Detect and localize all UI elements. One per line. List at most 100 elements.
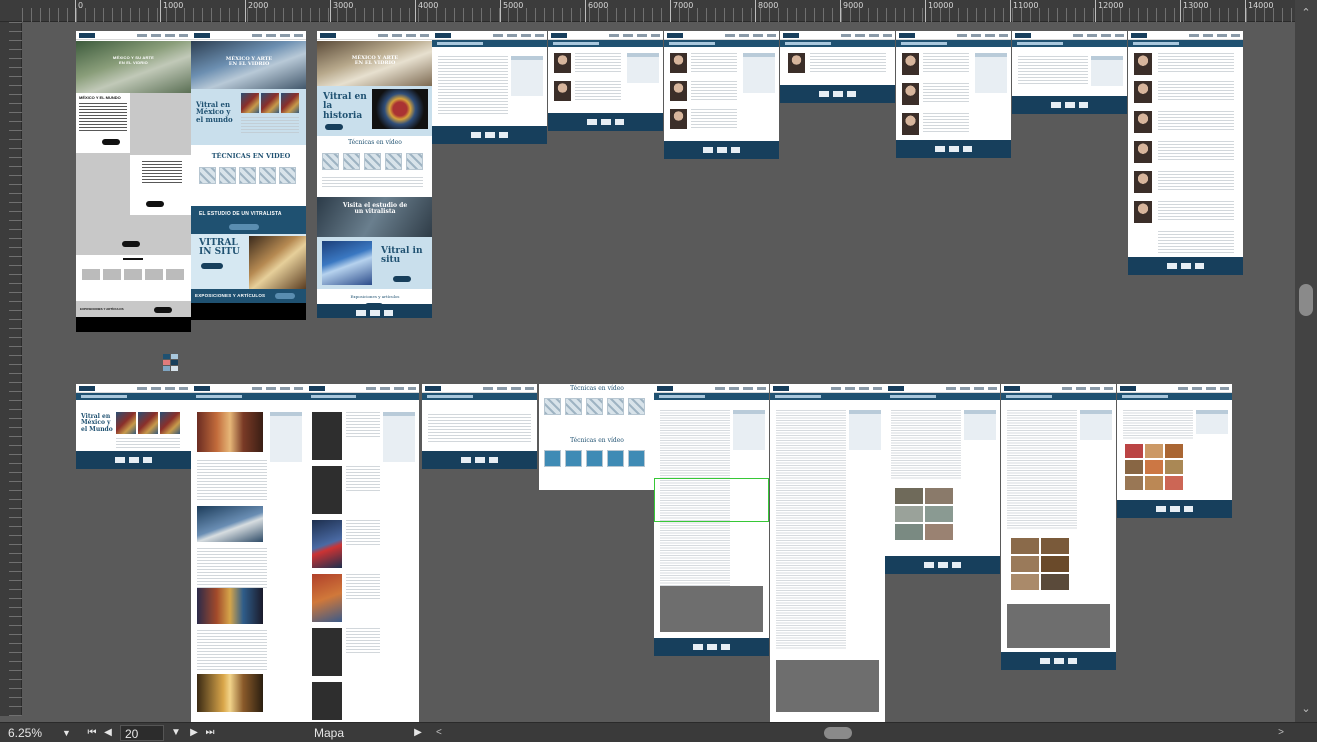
color-swatch[interactable] <box>163 360 170 365</box>
tecnicas-title: Técnicas en vídeo <box>570 385 624 392</box>
artboard-footer <box>76 451 191 469</box>
ruler-tick: 7000 <box>670 0 693 22</box>
thumb-image <box>116 412 136 434</box>
gallery-image <box>925 488 953 504</box>
body-text <box>346 466 380 492</box>
artboard-article-page[interactable] <box>432 31 547 144</box>
artboard-team-page[interactable] <box>896 31 1011 158</box>
insitu-title: VITRAL IN SITU <box>199 238 240 258</box>
scroll-down-icon[interactable]: ⌄ <box>1295 700 1317 718</box>
scroll-up-icon[interactable]: ⌃ <box>1295 4 1317 22</box>
next-page-icon[interactable]: ▶ <box>188 725 200 741</box>
hero-image <box>76 41 191 93</box>
layer-menu-icon[interactable]: ▶ <box>412 725 424 741</box>
hero-title: MÉXICO Y ARTE EN EL VIDRIO <box>225 56 273 68</box>
horizontal-scrollbar[interactable]: < > <box>430 726 1290 740</box>
artboard-technique-detail-long[interactable] <box>770 384 885 722</box>
wire-button <box>154 307 172 313</box>
gallery-image <box>1145 460 1163 474</box>
artboard-team-page[interactable] <box>780 31 895 103</box>
technique-tile <box>199 167 216 184</box>
ruler-tick: 2000 <box>245 0 268 22</box>
artboard-home-v2[interactable]: MÉXICO Y ARTE EN EL VIDRIO Vitral en Méx… <box>191 31 306 320</box>
estudio-title: EL ESTUDIO DE UN VITRALISTA <box>199 211 282 217</box>
selection-box[interactable] <box>654 478 769 522</box>
vertical-scrollbar[interactable]: ⌃ ⌄ <box>1295 0 1317 722</box>
video-placeholder[interactable] <box>660 586 763 632</box>
sidebar <box>1195 410 1228 434</box>
scroll-left-icon[interactable]: < <box>436 725 442 741</box>
video-placeholder[interactable] <box>776 660 879 712</box>
gallery-image <box>1041 556 1069 572</box>
artboard-tecnicas-video[interactable]: Técnicas en vídeo Técnicas en vídeo <box>539 384 654 490</box>
first-page-icon[interactable]: ⏮ <box>86 725 98 741</box>
artboard-gallery-page[interactable] <box>885 384 1000 574</box>
artboard-footer <box>1001 652 1116 670</box>
gallery-image <box>1011 538 1039 554</box>
gallery-image <box>1145 476 1163 490</box>
color-swatch[interactable] <box>171 366 178 371</box>
profile-photo <box>670 109 687 129</box>
body-text <box>776 410 846 650</box>
horizontal-ruler[interactable]: 0 1000 2000 3000 4000 5000 6000 7000 800… <box>0 0 1317 22</box>
color-swatch[interactable] <box>171 360 178 365</box>
artboard-history-page[interactable] <box>191 384 306 722</box>
artboard-team-page[interactable] <box>664 31 779 159</box>
layer-name[interactable]: Mapa <box>314 725 374 741</box>
artboard-studio-page[interactable] <box>1001 384 1116 670</box>
artboard-footer <box>1012 96 1127 114</box>
profile-photo <box>1134 141 1152 163</box>
zoom-level[interactable]: 6.25% <box>8 725 58 741</box>
vertical-ruler[interactable] <box>0 22 22 716</box>
article-image <box>197 412 263 452</box>
vertical-scroll-thumb[interactable] <box>1299 284 1313 316</box>
artboard-gallery-page-2[interactable] <box>1117 384 1232 518</box>
artboard-vitral-mundo[interactable]: Vitral en México y el Mundo <box>76 384 191 469</box>
artboard-home-v3[interactable]: MÉXICO Y ARTE EN EL VIDRIO Vitral en la … <box>317 31 432 318</box>
body-text <box>438 56 508 116</box>
profile-text <box>1158 231 1234 253</box>
last-page-icon[interactable]: ⏭ <box>204 725 216 741</box>
color-swatches[interactable] <box>163 354 183 378</box>
profile-photo <box>1134 111 1152 133</box>
artboard-contact-page[interactable] <box>1012 31 1127 114</box>
zoom-dropdown-icon[interactable]: ▼ <box>62 725 74 741</box>
artboard-team-page-long[interactable] <box>1128 31 1243 275</box>
profile-text <box>1158 81 1234 101</box>
technique-tile <box>364 153 381 170</box>
technique-tile <box>239 167 256 184</box>
technique-tile <box>607 450 624 467</box>
horizontal-scroll-thumb[interactable] <box>824 727 852 739</box>
page-number-input[interactable]: 20 <box>120 725 164 741</box>
ruler-tick: 11000 <box>1010 0 1038 22</box>
expos-title: EXPOSICIONES Y ARTÍCULOS <box>195 293 266 298</box>
artboard-wireframe-home[interactable]: MÉXICO Y SU ARTE EN EL VIDRIO MÉXICO Y E… <box>76 31 191 332</box>
prev-page-icon[interactable]: ◀ <box>102 725 114 741</box>
sidebar <box>963 410 996 440</box>
profile-text <box>1158 141 1234 161</box>
body-text <box>197 548 267 588</box>
thumb-captions <box>241 117 299 135</box>
scroll-right-icon[interactable]: > <box>1278 725 1284 741</box>
artboard-footer <box>1128 257 1243 275</box>
artboard-table-page[interactable] <box>422 384 537 469</box>
artboard-team-page[interactable] <box>548 31 663 131</box>
article-image <box>312 628 342 676</box>
gallery-image <box>1145 444 1163 458</box>
article-image <box>312 682 342 720</box>
sidebar <box>269 412 302 462</box>
gallery-image <box>1165 460 1183 474</box>
profile-text <box>1158 201 1234 221</box>
color-swatch[interactable] <box>163 366 170 371</box>
drawing-canvas[interactable]: MÉXICO Y SU ARTE EN EL VIDRIO MÉXICO Y E… <box>22 22 1295 722</box>
video-placeholder[interactable] <box>1007 604 1110 648</box>
page-dropdown-icon[interactable]: ▼ <box>170 725 182 741</box>
profile-photo <box>1134 53 1152 75</box>
technique-tile <box>628 450 645 467</box>
thumb-image <box>281 93 299 113</box>
color-swatch[interactable] <box>171 354 178 359</box>
artboard-expos-page[interactable] <box>306 384 419 722</box>
color-swatch[interactable] <box>163 354 170 359</box>
artboard-header <box>76 31 191 40</box>
technique-tile <box>565 450 582 467</box>
